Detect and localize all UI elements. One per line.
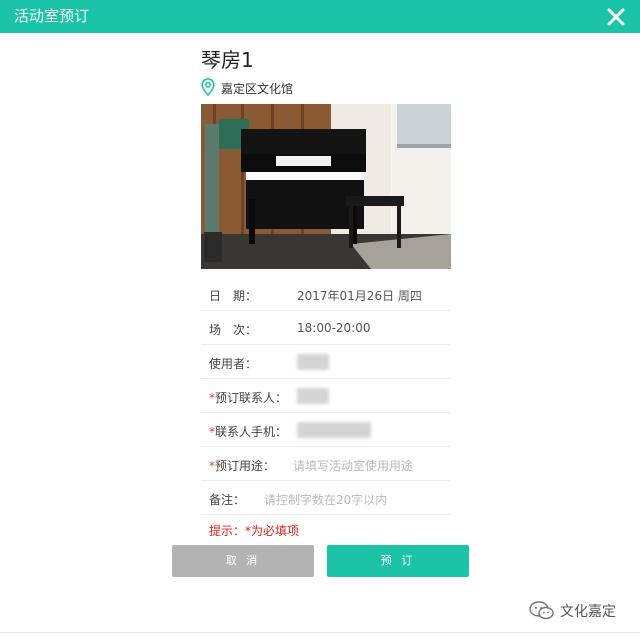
dialog-titlebar: 活动室预订: [0, 0, 640, 33]
required-hint: 提示：*为必填项: [209, 524, 300, 538]
piano-room-photo: [201, 104, 451, 269]
cancel-button[interactable]: 取 消: [172, 545, 314, 577]
close-icon[interactable]: [604, 5, 628, 29]
book-button[interactable]: 预 订: [327, 545, 469, 577]
purpose-label: 预订用途：: [215, 459, 276, 473]
contact-row: *预订联系人：: [201, 379, 451, 413]
remark-row: 备注： 请控制字数在20字以内: [201, 481, 451, 515]
date-row: 日 期： 2017年01月26日 周四: [201, 277, 451, 311]
room-name: 琴房1: [201, 48, 254, 72]
session-label: 场 次：: [209, 323, 258, 337]
dialog-title: 活动室预订: [14, 7, 90, 25]
purpose-input[interactable]: 请填写活动室使用用途: [293, 457, 413, 474]
watermark-text: 文化嘉定: [560, 604, 616, 620]
user-value-blurred: [297, 354, 329, 370]
remark-input[interactable]: 请控制字数在20字以内: [264, 491, 387, 508]
contact-value-blurred[interactable]: [297, 388, 329, 404]
user-row: 使用者：: [201, 345, 451, 379]
watermark: 文化嘉定: [528, 600, 616, 622]
session-value: 18:00-20:00: [297, 321, 371, 335]
user-label: 使用者：: [209, 357, 258, 371]
bottom-divider: [0, 632, 640, 633]
remark-label: 备注：: [209, 493, 246, 507]
contact-label: 预订联系人：: [215, 391, 288, 405]
date-label: 日 期：: [209, 289, 258, 303]
session-row: 场 次： 18:00-20:00: [201, 311, 451, 345]
phone-label: 联系人手机：: [215, 425, 288, 439]
phone-row: *联系人手机：: [201, 413, 451, 447]
map-pin-icon: [201, 78, 215, 96]
wechat-icon: [529, 601, 554, 620]
phone-value-blurred[interactable]: [297, 422, 371, 438]
location-text: 嘉定区文化馆: [221, 82, 294, 96]
purpose-row: *预订用途： 请填写活动室使用用途: [201, 447, 451, 481]
date-value: 2017年01月26日 周四: [297, 289, 422, 303]
